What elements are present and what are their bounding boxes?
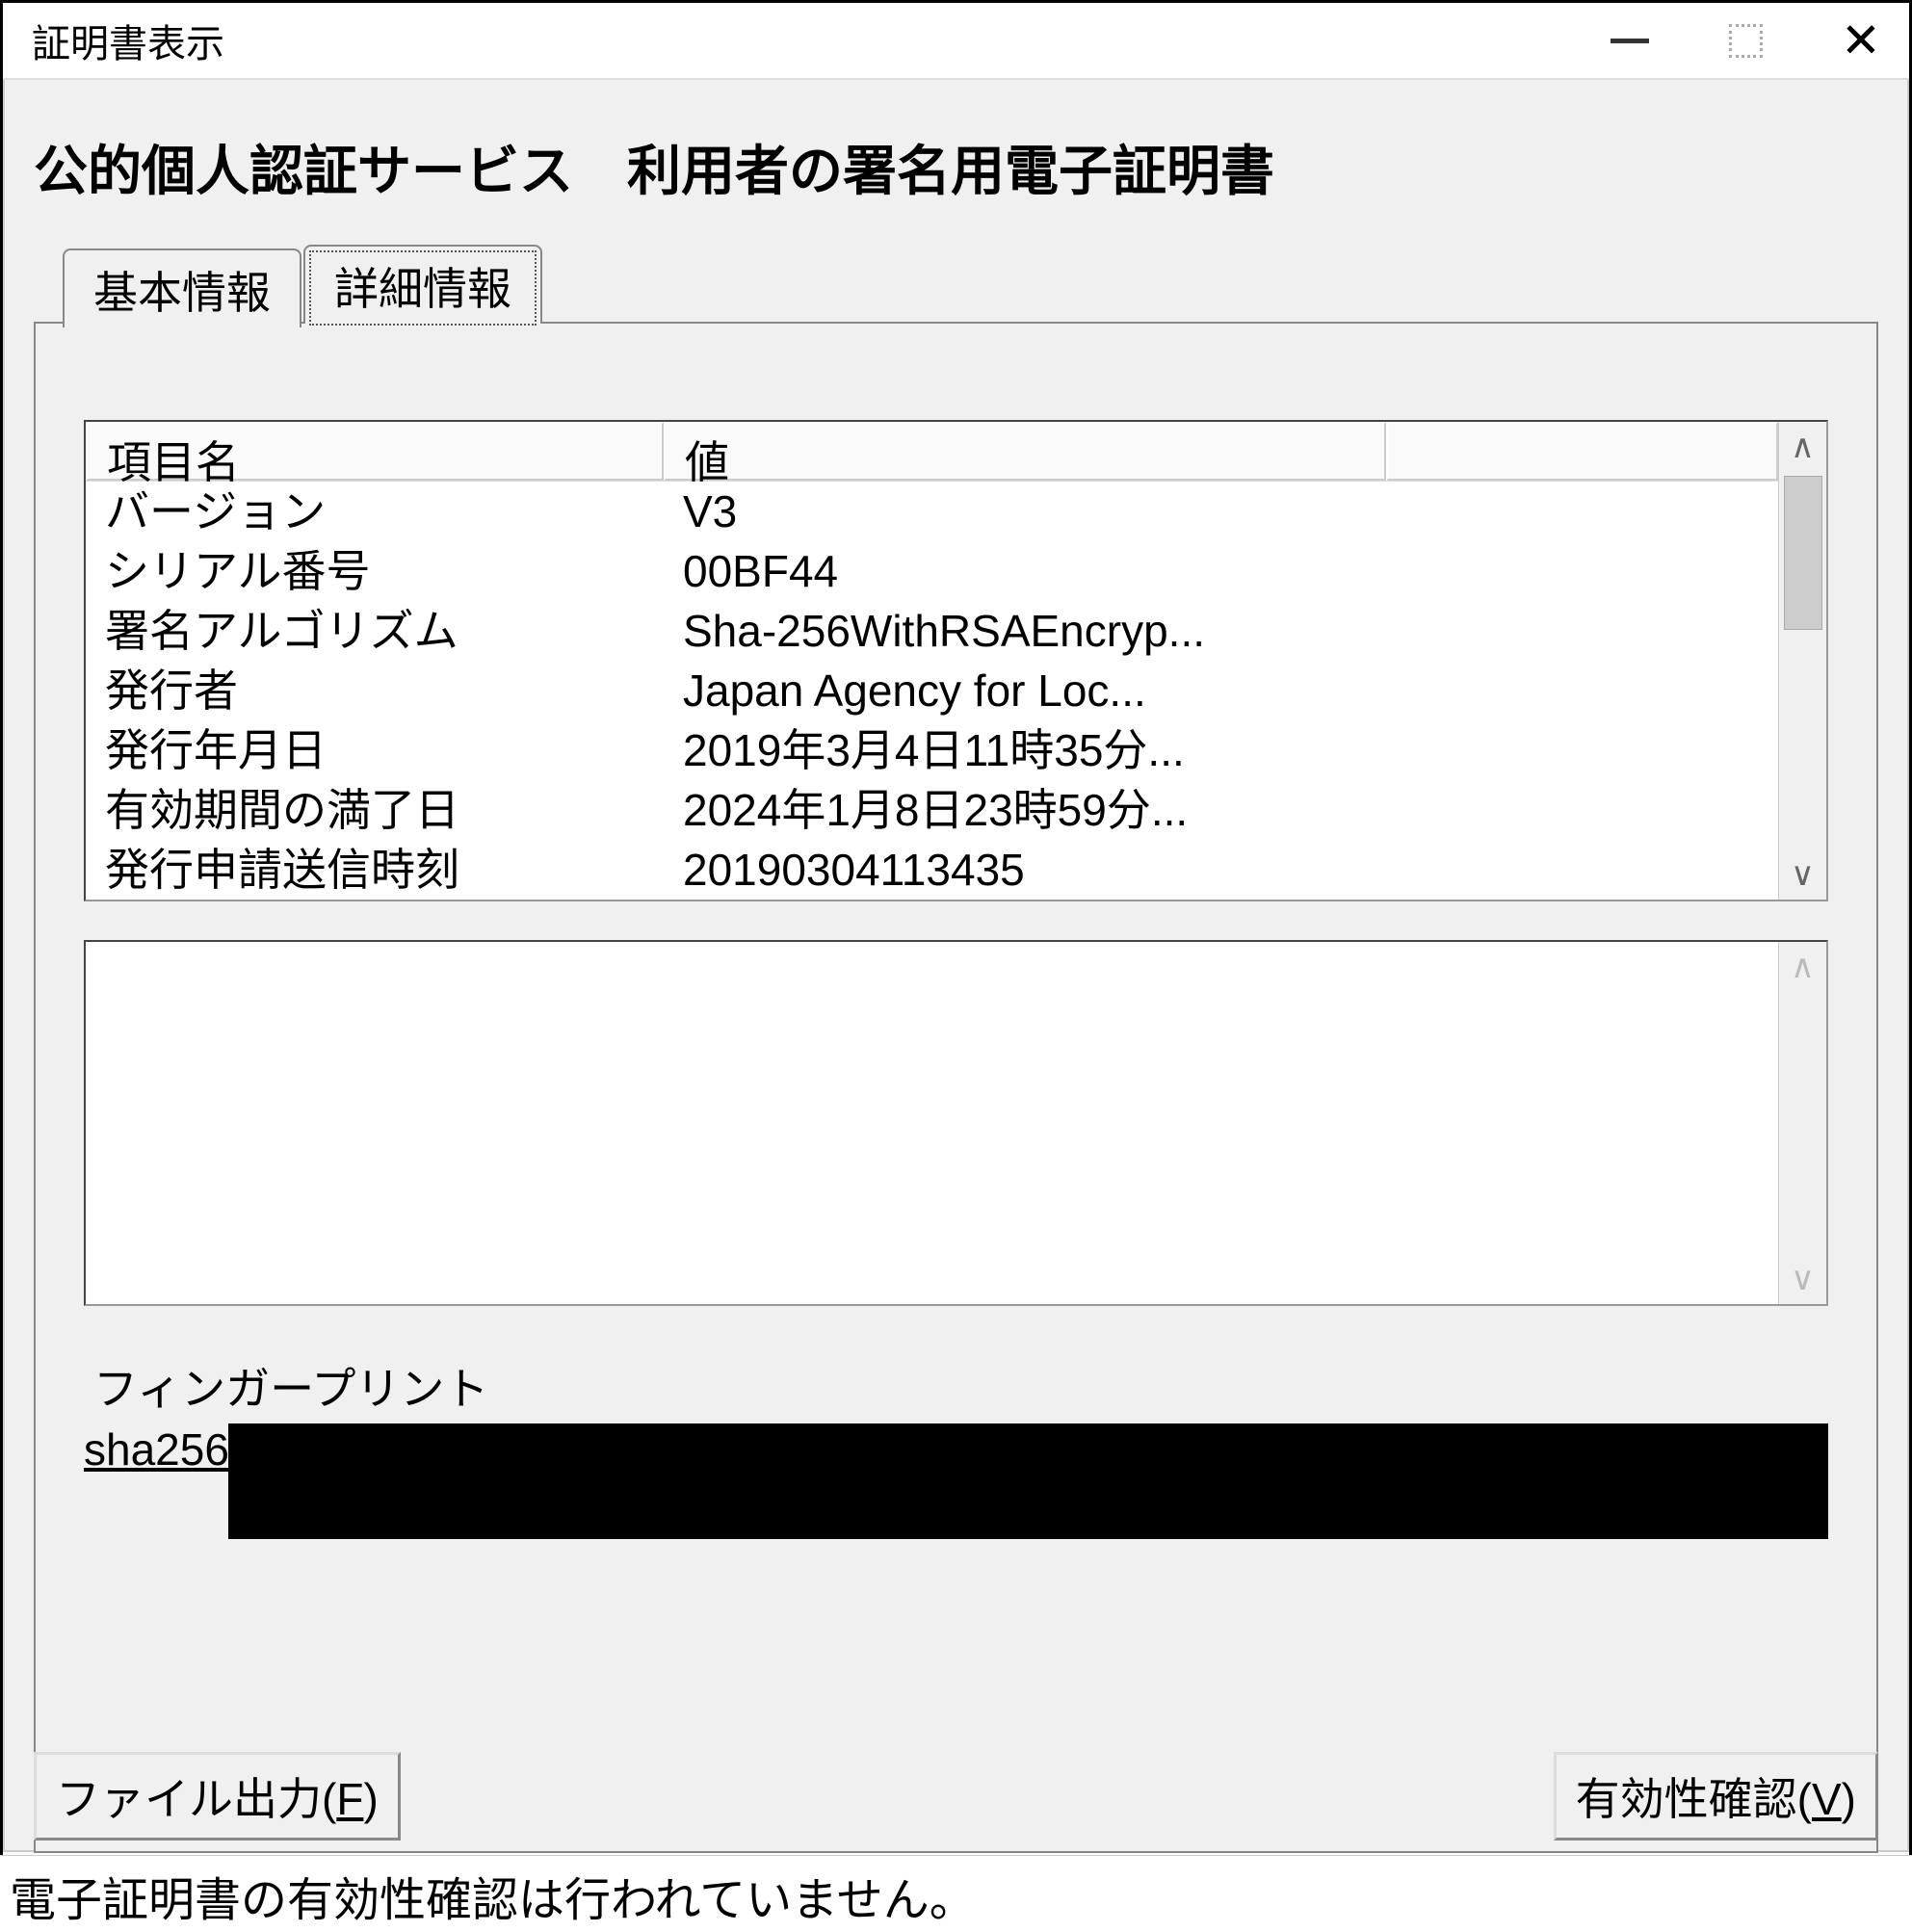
detail-value-textarea[interactable]: ∧ ∨ [84, 940, 1828, 1306]
fingerprint-value-redacted [228, 1423, 1828, 1539]
scroll-up-icon[interactable]: ∧ [1791, 942, 1815, 992]
fingerprint-row: sha256 [84, 1423, 1828, 1539]
list-item[interactable]: 発行年月日2019年3月4日11時35分... [86, 720, 1778, 780]
window-controls: ✕ [1601, 12, 1890, 69]
window-body: 公的個人認証サービス 利用者の署名用電子証明書 基本情報 詳細情報 項目名 値 … [3, 80, 1909, 1852]
file-output-button[interactable]: ファイル出力(F) [34, 1752, 401, 1841]
close-button[interactable]: ✕ [1832, 12, 1890, 69]
scroll-down-icon[interactable]: ∨ [1791, 849, 1815, 900]
list-item[interactable]: 発行者Japan Agency for Loc... [86, 661, 1778, 720]
details-listview[interactable]: 項目名 値 バージョンV3 シリアル番号00BF44 署名アルゴリズムSha-2… [84, 420, 1828, 901]
window-title: 証明書表示 [32, 13, 1601, 68]
button-row: ファイル出力(F) 有効性確認(V) [34, 1752, 1878, 1841]
listview-content: 項目名 値 バージョンV3 シリアル番号00BF44 署名アルゴリズムSha-2… [86, 422, 1778, 900]
scroll-up-icon[interactable]: ∧ [1791, 422, 1815, 472]
page-title: 公的個人認証サービス 利用者の署名用電子証明書 [34, 99, 1878, 245]
statusbar: 電子証明書の有効性確認は行われていません。 [0, 1855, 1912, 1932]
tabstrip: 基本情報 詳細情報 [63, 245, 1878, 324]
titlebar: 証明書表示 ✕ [3, 3, 1909, 80]
column-header-value[interactable]: 値 [664, 422, 1386, 481]
tab-detail[interactable]: 詳細情報 [303, 245, 542, 324]
list-item[interactable]: 署名アルゴリズムSha-256WithRSAEncryp... [86, 601, 1778, 661]
scroll-down-icon[interactable]: ∨ [1791, 1254, 1815, 1304]
column-header-name[interactable]: 項目名 [86, 422, 664, 481]
textarea-scrollbar[interactable]: ∧ ∨ [1778, 942, 1826, 1304]
scroll-thumb[interactable] [1784, 476, 1822, 630]
list-item[interactable]: 発行申請送信時刻20190304113435 [86, 840, 1778, 900]
tab-basic[interactable]: 基本情報 [63, 248, 301, 327]
list-item[interactable]: バージョンV3 [86, 482, 1778, 541]
validity-check-button[interactable]: 有効性確認(V) [1554, 1752, 1878, 1841]
fingerprint-section: フィンガープリント sha256 [84, 1354, 1828, 1539]
listview-header: 項目名 値 [86, 422, 1778, 482]
minimize-button[interactable] [1601, 12, 1659, 69]
listview-scrollbar[interactable]: ∧ ∨ [1778, 422, 1826, 900]
fingerprint-label: フィンガープリント [84, 1354, 1828, 1418]
maximize-button[interactable] [1716, 12, 1774, 69]
column-header-blank [1386, 422, 1778, 481]
tab-panel-detail: 項目名 値 バージョンV3 シリアル番号00BF44 署名アルゴリズムSha-2… [34, 322, 1878, 1853]
list-item[interactable]: 有効期間の満了日2024年1月8日23時59分... [86, 780, 1778, 840]
fingerprint-hash-label: sha256 [84, 1423, 228, 1539]
list-item[interactable]: シリアル番号00BF44 [86, 541, 1778, 601]
